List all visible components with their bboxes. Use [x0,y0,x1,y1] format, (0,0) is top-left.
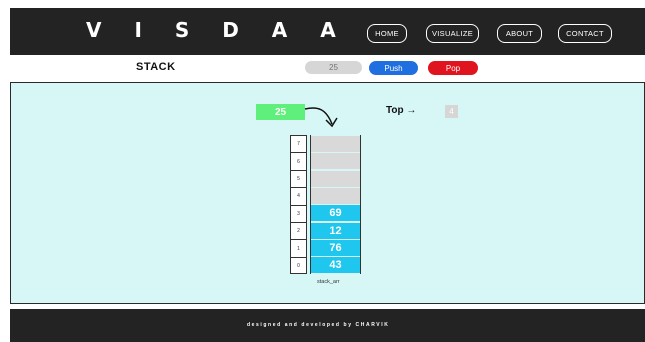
stack-slot [311,136,360,152]
push-button[interactable]: Push [369,61,418,75]
pop-button[interactable]: Pop [428,61,478,75]
nav-home-button[interactable]: HOME [367,24,407,43]
curved-arrow-icon [304,107,338,128]
nav-about-button[interactable]: ABOUT [497,24,542,43]
footer-credit: designed and developed by CHARVIK [247,322,390,328]
pending-value-box: 25 [256,104,305,120]
index-cell: 6 [291,153,306,171]
index-cell: 7 [291,136,306,154]
stack-slot [311,153,360,170]
stack-slot: 12 [311,222,360,239]
data-structure-title: STACK [136,61,176,73]
index-cell: 3 [291,206,306,223]
brand-logo[interactable]: V I S D A A [86,18,349,42]
top-value: 4 [445,105,458,118]
footer: designed and developed by CHARVIK [10,309,645,342]
nav-visualize-button[interactable]: VISUALIZE [426,24,479,43]
index-cell: 1 [291,240,306,258]
top-label: Top → [386,105,417,116]
value-input[interactable] [305,61,362,74]
stack-slot [311,187,360,204]
visualizer-panel: 25 Top → 4 7 6 5 4 3 2 1 0 69 12 76 43 s… [10,82,645,304]
navbar: V I S D A A HOME VISUALIZE ABOUT CONTACT [10,8,645,55]
index-cell: 0 [297,263,300,270]
stack-array: 69 12 76 43 [310,135,361,274]
index-cell: 5 [291,171,306,189]
stack-slot: 43 [311,257,360,274]
array-label: stack_arr [317,279,340,285]
controls-bar: STACK Push Pop [0,57,645,79]
nav-contact-button[interactable]: CONTACT [558,24,612,43]
index-cell: 2 [291,223,306,241]
index-column: 7 6 5 4 3 2 1 0 [290,135,307,274]
stack-slot: 69 [311,205,360,222]
index-cell: 4 [291,188,306,206]
stack-slot: 76 [311,239,360,256]
stack-slot [311,170,360,187]
